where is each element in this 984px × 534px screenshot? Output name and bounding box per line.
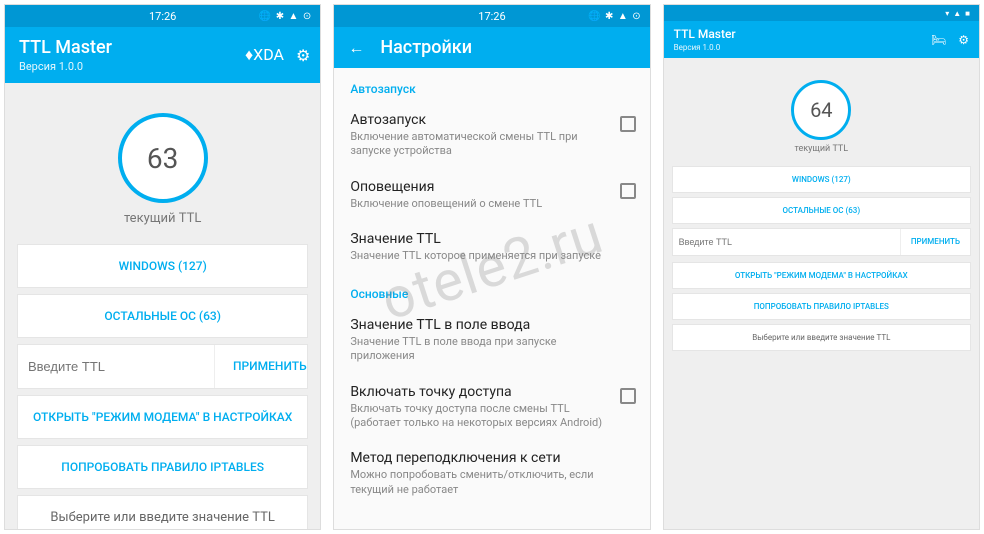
app-bar: TTL Master Версия 1.0.0 ♦XDA ⚙ [5,27,320,83]
pref-notifications[interactable]: Оповещения Включение оповещений о смене … [334,169,649,221]
tether-button[interactable]: ОТКРЫТЬ "РЕЖИМ МОДЕМА" В НАСТРОЙКАХ [17,395,308,439]
bed-icon[interactable]: 🛏 [931,33,946,47]
main-content: 63 текущий TTL WINDOWS (127) ОСТАЛЬНЫЕ О… [5,83,320,529]
ttl-label: текущий TTL [17,211,308,226]
app-bar: ← Настройки [334,27,649,68]
hint-text: Выберите или введите значение TTL [17,495,308,529]
gear-icon[interactable]: ⚙ [296,46,310,65]
section-autostart: Автозапуск [334,68,649,102]
apply-button[interactable]: ПРИМЕНИТЬ [900,229,970,255]
pref-autostart[interactable]: Автозапуск Включение автоматической смен… [334,102,649,169]
other-os-button[interactable]: ОСТАЛЬНЫЕ ОС (63) [17,294,308,338]
pref-reconnect[interactable]: Метод переподключения к сети Можно попро… [334,440,649,507]
ttl-input-row: ПРИМЕНИТЬ [17,344,308,389]
ttl-input-row: ПРИМЕНИТЬ [672,228,971,256]
windows-button[interactable]: WINDOWS (127) [17,244,308,288]
status-bar: 17:26 🌐 ✱ ▲ ⊙ [5,5,320,27]
status-bar: ▾ ▲ ■ [664,5,979,21]
ttl-input[interactable] [673,229,900,255]
gear-icon[interactable]: ⚙ [958,33,969,47]
windows-button[interactable]: WINDOWS (127) [672,166,971,193]
ttl-circle: 64 [791,80,851,140]
checkbox-icon[interactable] [620,116,636,132]
app-version: Версия 1.0.0 [19,60,112,73]
app-version: Версия 1.0.0 [674,43,736,52]
iptables-button[interactable]: ПОПРОБОВАТЬ ПРАВИЛО IPTABLES [672,293,971,320]
checkbox-icon[interactable] [620,183,636,199]
pref-ttl-value[interactable]: Значение TTL Значение TTL которое примен… [334,221,649,273]
status-time: 17:26 [149,10,176,23]
status-time: 17:26 [478,10,505,23]
checkbox-icon[interactable] [620,388,636,404]
status-icons: ▾ ▲ ■ [945,9,971,18]
app-title: TTL Master [19,37,112,58]
pref-hotspot[interactable]: Включать точку доступа Включать точку до… [334,374,649,441]
screen-settings: 17:26 🌐 ✱ ▲ ⊙ ← Настройки Автозапуск Авт… [333,4,650,530]
other-os-button[interactable]: ОСТАЛЬНЫЕ ОС (63) [672,197,971,224]
app-bar: TTL Master Версия 1.0.0 🛏 ⚙ [664,21,979,58]
status-icons: 🌐 ✱ ▲ ⊙ [588,11,642,22]
settings-title: Настройки [380,37,472,58]
app-title: TTL Master [674,27,736,41]
iptables-button[interactable]: ПОПРОБОВАТЬ ПРАВИЛО IPTABLES [17,445,308,489]
back-icon[interactable]: ← [348,38,364,58]
section-main: Основные [334,273,649,307]
xda-link[interactable]: ♦XDA [245,45,284,65]
tether-button[interactable]: ОТКРЫТЬ "РЕЖИМ МОДЕМА" В НАСТРОЙКАХ [672,262,971,289]
hint-text: Выберите или введите значение TTL [672,324,971,351]
ttl-circle: 63 [118,113,208,203]
screen-main: 17:26 🌐 ✱ ▲ ⊙ TTL Master Версия 1.0.0 ♦X… [4,4,321,530]
pref-input-ttl[interactable]: Значение TTL в поле ввода Значение TTL в… [334,307,649,374]
screen-main-small: ▾ ▲ ■ TTL Master Версия 1.0.0 🛏 ⚙ 64 тек… [663,4,980,530]
status-icons: 🌐 ✱ ▲ ⊙ [259,11,313,22]
settings-list[interactable]: Автозапуск Автозапуск Включение автомати… [334,68,649,529]
ttl-label: текущий TTL [672,144,971,154]
apply-button[interactable]: ПРИМЕНИТЬ [214,345,320,388]
status-bar: 17:26 🌐 ✱ ▲ ⊙ [334,5,649,27]
ttl-input[interactable] [18,345,214,388]
main-content: 64 текущий TTL WINDOWS (127) ОСТАЛЬНЫЕ О… [664,58,979,529]
